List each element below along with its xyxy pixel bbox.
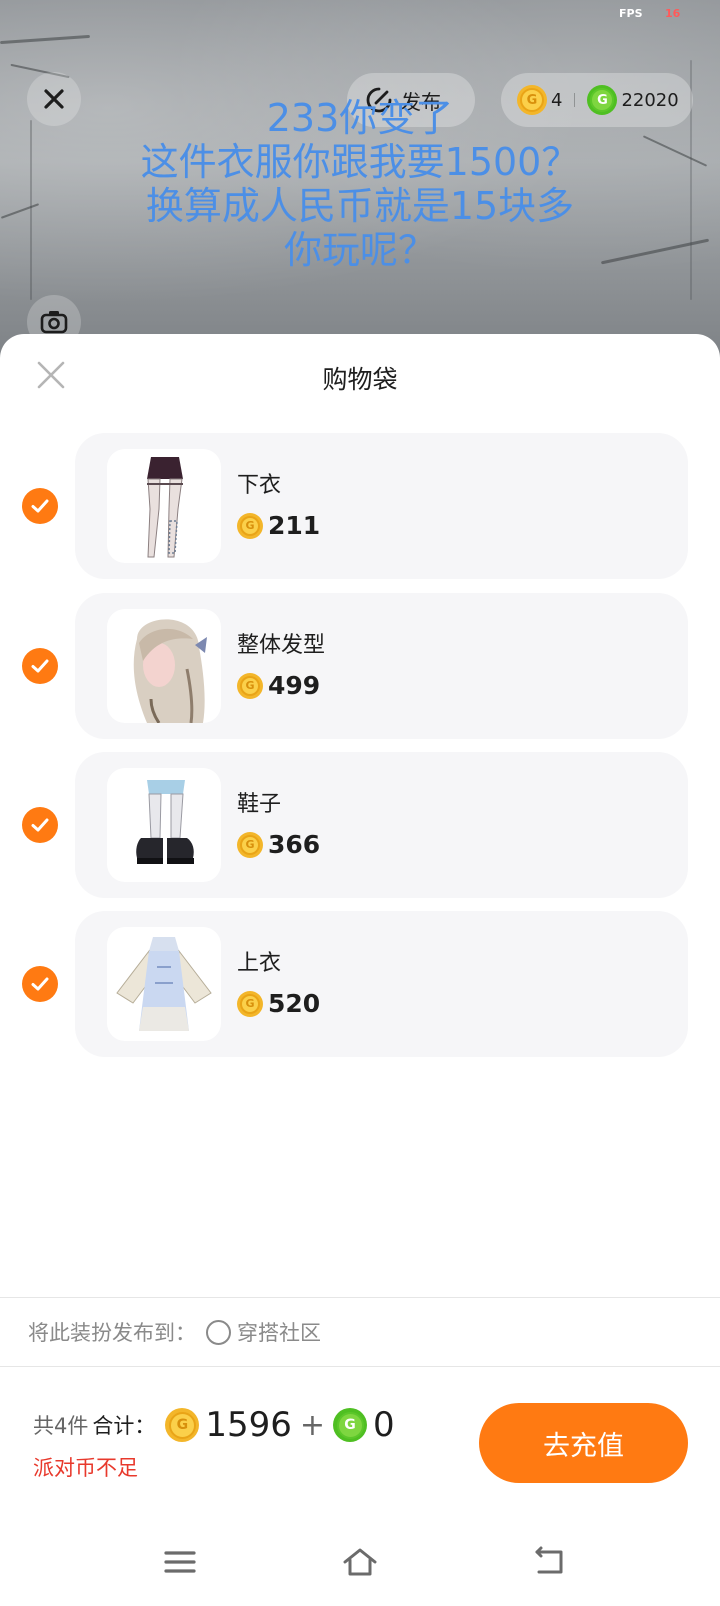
insufficient-balance-warning: 派对币不足 — [33, 1456, 138, 1480]
hairstyle-thumbnail — [107, 609, 221, 723]
item-card[interactable]: 鞋子 G 366 — [75, 752, 688, 898]
recharge-button[interactable]: 去充值 — [479, 1403, 688, 1483]
comment-overlay-text: 233你变了 这件衣服你跟我要1500？ 换算成人民币就是15块多 你玩呢？ — [60, 96, 660, 272]
gold-coin-icon: G — [237, 831, 263, 858]
total-summary: 共4件 合计： G 1596 + G 0 — [33, 1405, 395, 1445]
item-count: 共4件 — [33, 1414, 89, 1438]
community-radio[interactable] — [206, 1319, 231, 1345]
item-checkbox[interactable] — [22, 966, 58, 1002]
item-price-row: G 499 — [237, 671, 320, 700]
gold-total: 1596 — [205, 1405, 292, 1445]
item-price: 499 — [268, 671, 321, 700]
system-nav-bar — [0, 1520, 720, 1606]
item-name: 鞋子 — [237, 792, 282, 817]
item-price: 211 — [268, 511, 321, 540]
check-icon — [31, 977, 49, 991]
fps-label: FPS — [619, 7, 643, 20]
overlay-line: 这件衣服你跟我要1500？ — [140, 140, 580, 184]
item-price: 520 — [268, 989, 321, 1018]
back-icon[interactable] — [531, 1544, 567, 1580]
menu-icon[interactable] — [162, 1544, 198, 1580]
check-icon — [31, 818, 49, 832]
overlay-line: 你玩呢？ — [283, 228, 436, 272]
item-price-row: G 211 — [237, 511, 320, 540]
total-label: 合计： — [92, 1414, 156, 1438]
publish-to-label: 将此装扮发布到： — [28, 1321, 196, 1345]
divider — [0, 1366, 720, 1367]
bag-item[interactable]: 上衣 G 520 — [0, 911, 720, 1057]
publish-option-label[interactable]: 穿搭社区 — [237, 1317, 321, 1347]
bag-item[interactable]: 鞋子 G 366 — [0, 752, 720, 898]
check-icon — [31, 659, 49, 673]
green-total: 0 — [373, 1405, 395, 1445]
overlay-line: 233你变了 — [266, 96, 454, 140]
gold-coin-icon: G — [165, 1408, 200, 1442]
home-icon[interactable] — [342, 1544, 378, 1580]
green-coin-icon: G — [333, 1408, 368, 1442]
fps-value: 16 — [665, 7, 681, 20]
shoes-thumbnail — [107, 768, 221, 882]
check-icon — [31, 499, 49, 513]
item-price: 366 — [268, 830, 321, 859]
item-checkbox[interactable] — [22, 648, 58, 684]
top-thumbnail — [107, 927, 221, 1041]
camera-icon — [40, 311, 68, 334]
item-card[interactable]: 整体发型 G 499 — [75, 593, 688, 739]
bag-item[interactable]: 下衣 G 211 — [0, 433, 720, 579]
item-checkbox[interactable] — [22, 807, 58, 843]
sheet-title: 购物袋 — [322, 365, 398, 394]
gold-coin-icon: G — [237, 512, 263, 539]
item-checkbox[interactable] — [22, 488, 58, 524]
plus-sign: + — [299, 1407, 326, 1443]
bag-item[interactable]: 整体发型 G 499 — [0, 593, 720, 739]
divider — [0, 1297, 720, 1298]
skirt-thumbnail — [107, 449, 221, 563]
item-name: 上衣 — [237, 951, 282, 976]
overlay-line: 换算成人民币就是15块多 — [145, 184, 575, 228]
item-name: 下衣 — [237, 473, 282, 498]
gold-coin-icon: G — [237, 990, 263, 1017]
game-scene-backdrop: FPS 16 发布 G 4 G 22020 233你变了 这件衣服你跟我要150… — [0, 0, 720, 360]
gold-coin-icon: G — [237, 672, 263, 699]
item-card[interactable]: 上衣 G 520 — [75, 911, 688, 1057]
item-price-row: G 366 — [237, 830, 320, 859]
publish-to-row: 将此装扮发布到： 穿搭社区 — [28, 1317, 321, 1347]
item-name: 整体发型 — [237, 633, 326, 658]
item-card[interactable]: 下衣 G 211 — [75, 433, 688, 579]
item-price-row: G 520 — [237, 989, 320, 1018]
